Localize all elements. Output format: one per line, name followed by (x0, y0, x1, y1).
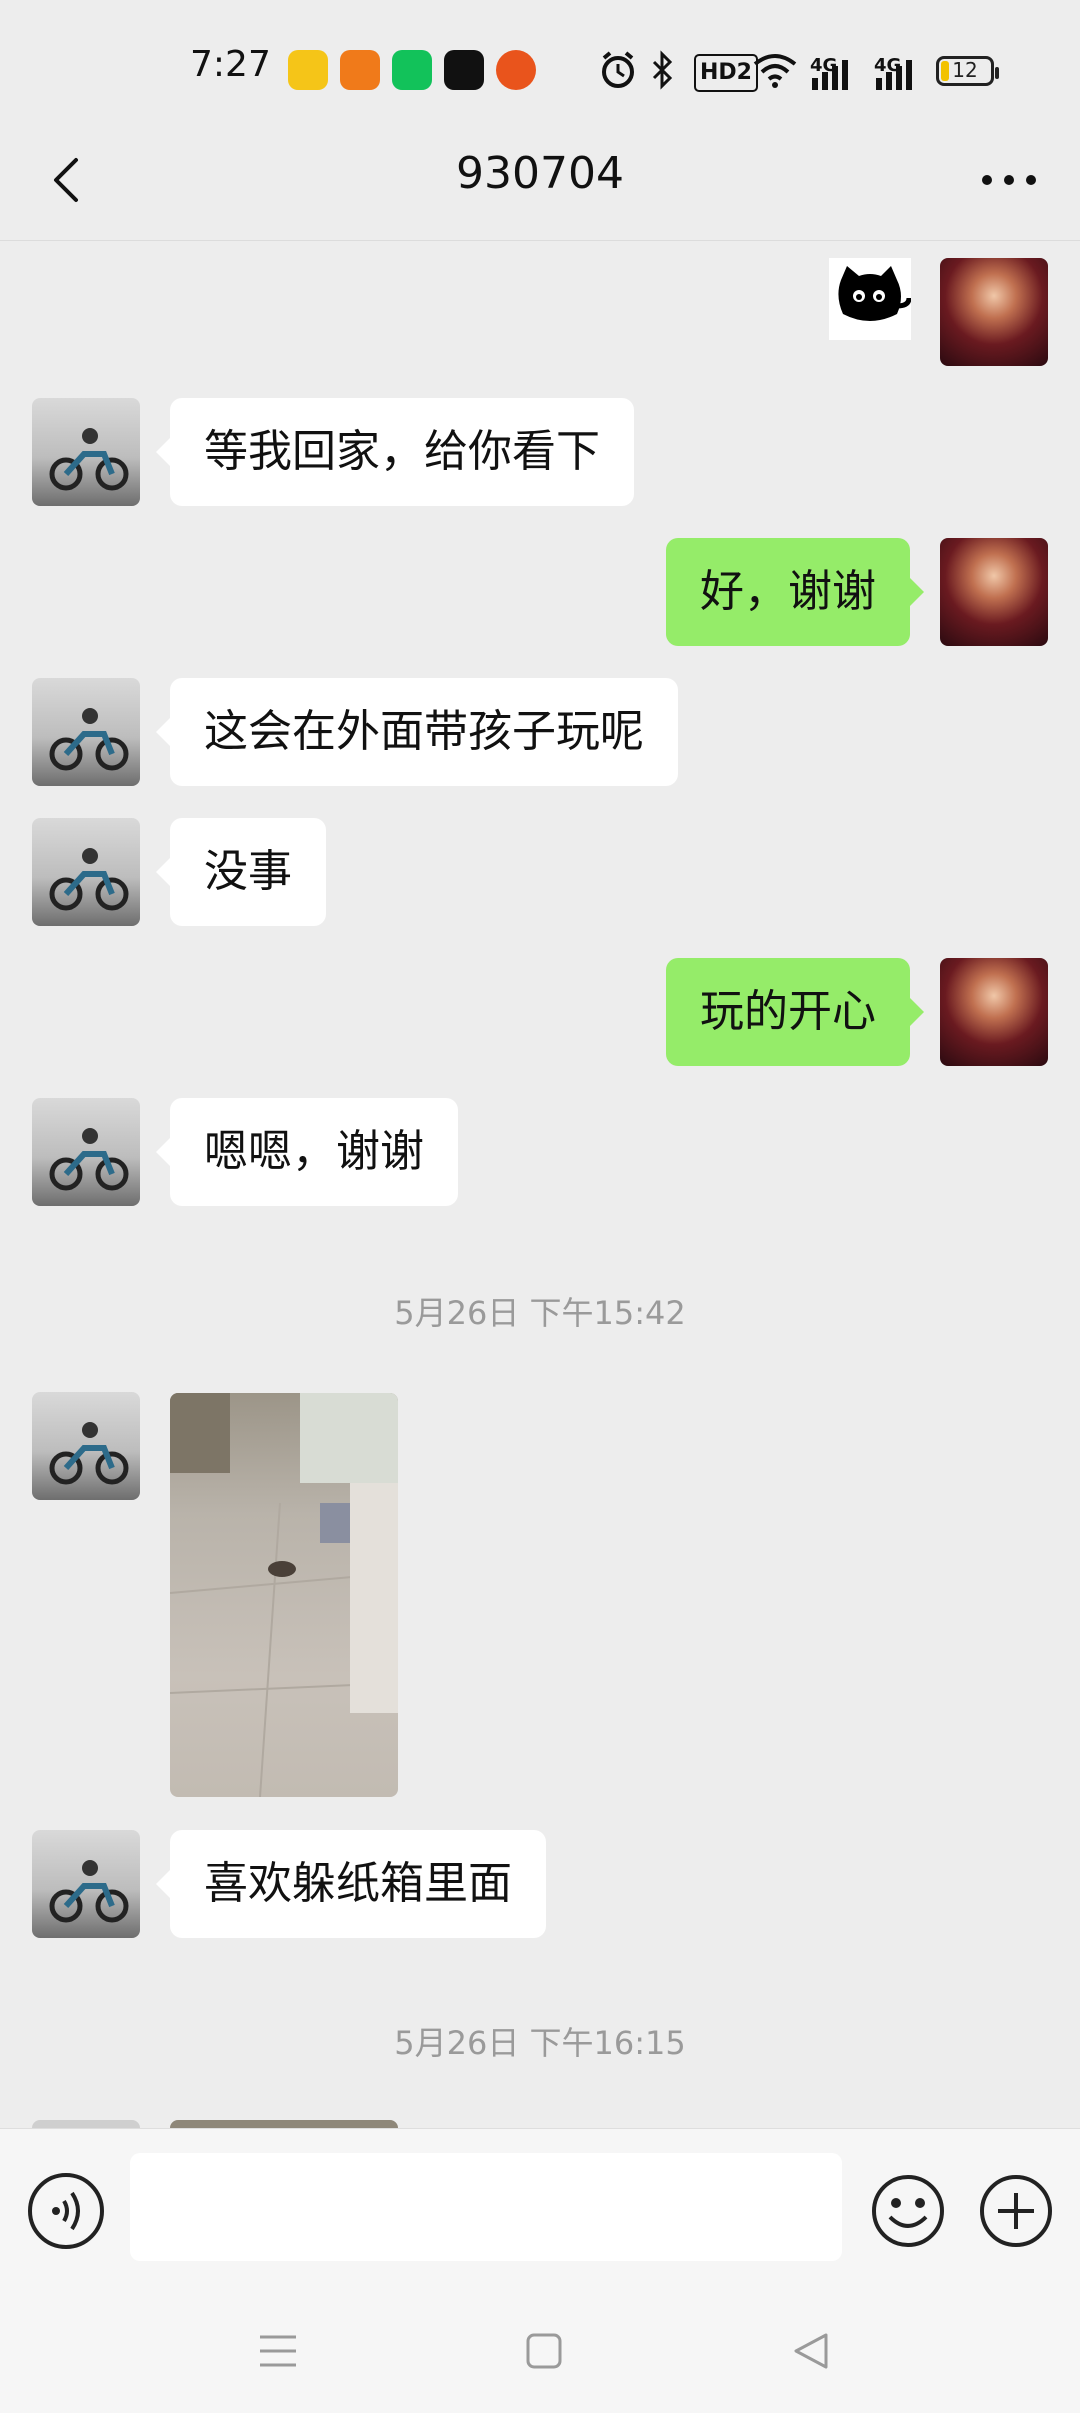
motorcycle-icon (49, 1128, 129, 1191)
more-dots-icon[interactable] (974, 150, 1044, 210)
signal-icon-2 (876, 60, 912, 90)
my-avatar[interactable] (940, 538, 1048, 646)
plus-icon[interactable] (978, 2173, 1054, 2249)
weibo-app-icon (288, 50, 328, 90)
contact-avatar[interactable] (32, 818, 140, 926)
motorcycle-icon (49, 1422, 129, 1485)
my-avatar[interactable] (940, 258, 1048, 366)
cat-on-floor-photo[interactable] (170, 1393, 398, 1797)
voice-waves (52, 2191, 80, 2231)
status-time: 7:27 (190, 44, 271, 85)
message-bubble-incoming[interactable]: 嗯嗯，谢谢 (156, 1098, 458, 1206)
contact-avatar[interactable] (32, 398, 140, 506)
message-timestamp: 5月26日 下午16:15 (394, 2024, 686, 2062)
message-input[interactable] (130, 2153, 842, 2261)
emoji-icon[interactable] (870, 2173, 946, 2249)
photo-content (170, 1393, 398, 1797)
battery-icon: 12 (936, 56, 999, 86)
chat-header: 930704 (0, 120, 1080, 241)
motorcycle-icon (49, 848, 129, 911)
hd-label: HD2 (694, 54, 758, 92)
contact-avatar[interactable] (32, 678, 140, 786)
voice-input-icon[interactable] (28, 2173, 104, 2249)
status-bar: 7:27 HD2 4G 4G 12 (0, 0, 1080, 120)
home-nav-icon[interactable] (514, 2321, 574, 2381)
message-timestamp: 5月26日 下午15:42 (394, 1294, 686, 1332)
message-bubble-incoming[interactable]: 等我回家，给你看下 (156, 398, 634, 506)
message-bubble-incoming[interactable]: 这会在外面带孩子玩呢 (156, 678, 678, 786)
iqiyi-app-icon (392, 50, 432, 90)
app-notification-icon (340, 50, 380, 90)
my-avatar[interactable] (940, 958, 1048, 1066)
wifi-icon (753, 54, 797, 88)
chat-title: 930704 (456, 148, 624, 199)
message-bubble-outgoing[interactable]: 玩的开心 (666, 958, 924, 1066)
battery-level: 12 (952, 58, 978, 82)
bluetooth-icon (652, 50, 673, 90)
motorcycle-icon (49, 1860, 129, 1923)
menu-nav-icon[interactable] (248, 2321, 308, 2381)
message-bubble-incoming[interactable]: 没事 (156, 818, 326, 926)
signal-icon-1 (812, 60, 848, 90)
alarm-icon (602, 51, 634, 88)
tiktok-app-icon (444, 50, 484, 90)
back-nav-icon[interactable] (782, 2321, 842, 2381)
contact-avatar[interactable] (32, 1830, 140, 1938)
cat-sticker-icon (838, 266, 912, 321)
motorcycle-icon (49, 428, 129, 491)
input-bar (0, 2128, 1080, 2413)
contact-avatar[interactable] (32, 1392, 140, 1500)
message-bubble-incoming[interactable]: 喜欢躲纸箱里面 (156, 1830, 546, 1938)
motorcycle-icon (49, 708, 129, 771)
contact-avatar[interactable] (32, 1098, 140, 1206)
game-app-icon (496, 50, 536, 90)
black-cat-sticker[interactable] (829, 258, 912, 340)
message-bubble-outgoing[interactable]: 好，谢谢 (666, 538, 924, 646)
